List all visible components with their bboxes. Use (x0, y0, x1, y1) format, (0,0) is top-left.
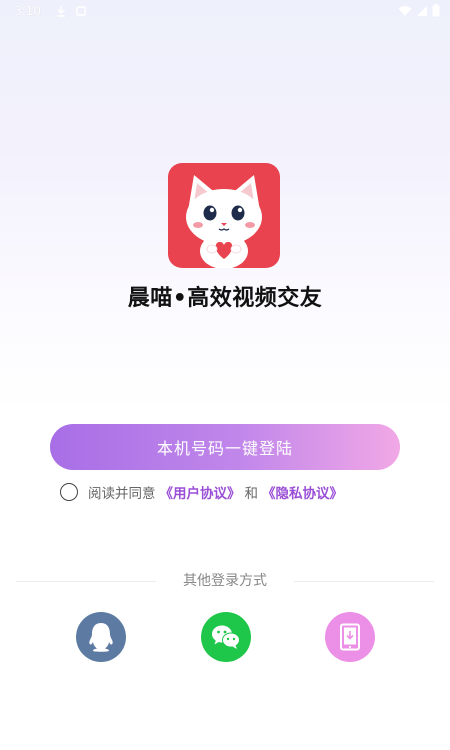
one-tap-login-button[interactable]: 本机号码一键登陆 (50, 424, 400, 470)
qq-penguin-icon (89, 623, 113, 652)
cat-logo-icon (186, 175, 262, 268)
privacy-agreement-link[interactable]: 《隐私协议》 (262, 482, 343, 502)
notification-icon (76, 6, 86, 16)
status-bar: 3:10 (0, 0, 450, 24)
status-time: 3:10 (14, 4, 41, 18)
other-login-header: 其他登录方式 (0, 570, 450, 592)
wechat-icon (212, 625, 240, 649)
other-login-title: 其他登录方式 (183, 573, 267, 589)
agreement-row: 阅读并同意 《用户协议》 和 《隐私协议》 (60, 481, 343, 503)
agreement-checkbox[interactable] (60, 483, 78, 501)
phone-login-icon (340, 623, 360, 651)
phone-login-button[interactable] (325, 612, 375, 662)
battery-icon (432, 4, 440, 17)
status-right-icons (398, 4, 440, 17)
agreement-conjunction: 和 (244, 486, 259, 502)
agreement-prefix: 阅读并同意 (88, 486, 156, 502)
app-title: 晨喵•高效视频交友 (127, 286, 323, 311)
wifi-icon (398, 5, 412, 16)
signal-icon (417, 5, 427, 16)
app-logo (168, 163, 280, 268)
wechat-login-button[interactable] (201, 612, 251, 662)
download-icon (57, 6, 65, 17)
qq-login-button[interactable] (76, 612, 126, 662)
user-agreement-link[interactable]: 《用户协议》 (160, 482, 241, 502)
